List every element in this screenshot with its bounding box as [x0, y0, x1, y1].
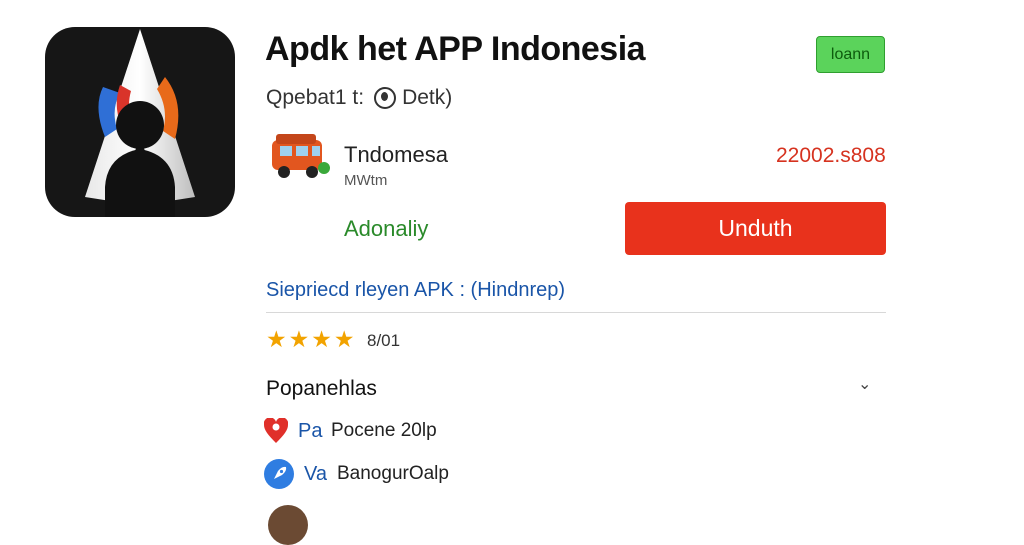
developer-label: Qpebat1 t: [266, 86, 365, 109]
app-title: Apdk het APP Indonesia [265, 30, 646, 68]
map-pin-heart-icon [264, 418, 288, 443]
rating-stars: ★ ★ ★ ★ [266, 327, 355, 351]
star-icon: ★ [311, 326, 332, 352]
category-name[interactable]: Tndomesa [344, 142, 448, 168]
chevron-down-icon[interactable]: ⌄ [858, 374, 871, 394]
developer-name[interactable]: Detk) [402, 86, 452, 110]
download-button[interactable]: Unduth [625, 202, 886, 255]
section-title: Popanehlas [266, 377, 377, 400]
file-size: 22002.s808 [776, 144, 886, 167]
rating-value: 8/01 [367, 331, 401, 350]
info-row-key: Va [304, 462, 327, 485]
star-icon: ★ [288, 326, 310, 352]
star-icon: ★ [333, 326, 355, 352]
category-subtitle: MWtm [344, 172, 388, 189]
availability-label: Adonaliy [344, 216, 429, 241]
van-icon [266, 132, 332, 184]
info-row[interactable]: Pa Pocene 20lp [264, 418, 437, 444]
developer-line: Qpebat1 t: Detk) [266, 86, 452, 110]
app-icon [45, 27, 235, 217]
star-icon: ★ [266, 326, 287, 352]
info-row[interactable]: Va BanogurOalp [264, 459, 449, 489]
info-row-value: Pocene 20lp [331, 420, 437, 441]
app-logo-icon [85, 29, 195, 217]
info-row-key: Pa [298, 419, 323, 442]
apk-link[interactable]: Siepriecd rleyen APK : (Hindnrep) [266, 279, 565, 302]
info-row-value: BanogurOalp [337, 463, 449, 484]
globe-icon [374, 87, 397, 109]
login-button[interactable]: loann [816, 36, 885, 73]
avatar [268, 505, 308, 545]
divider [266, 312, 886, 313]
rocket-icon [264, 459, 294, 489]
